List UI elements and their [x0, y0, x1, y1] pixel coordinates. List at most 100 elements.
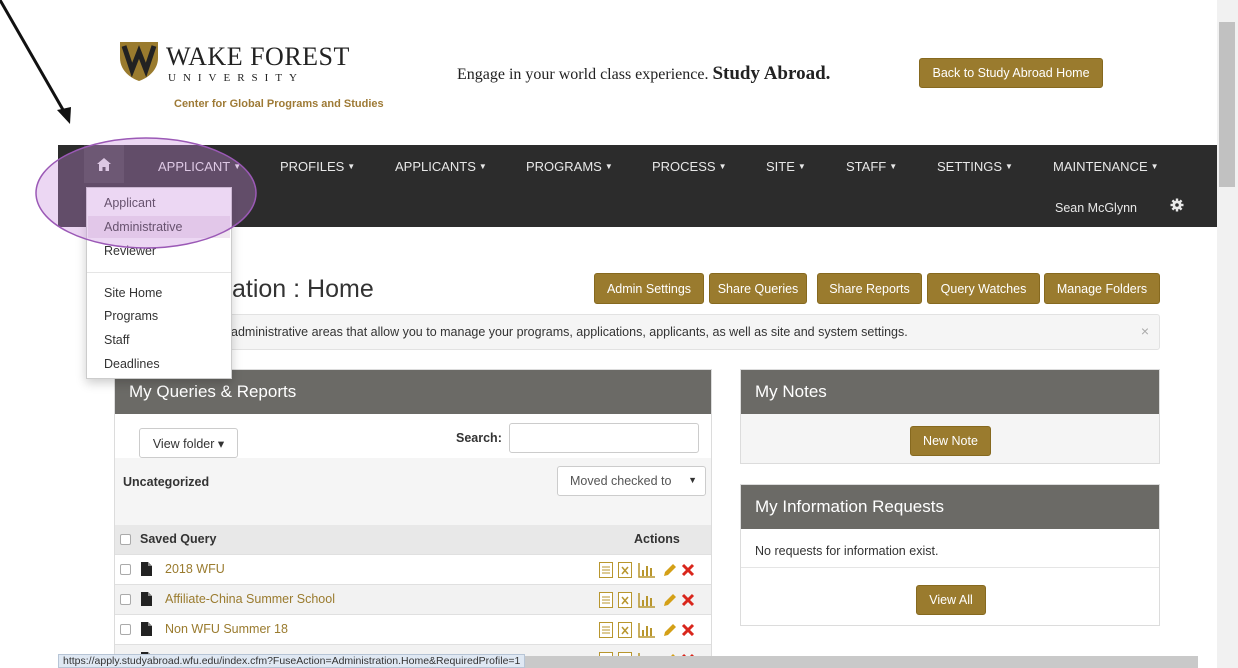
table-row: Non WFU Summer 18 [115, 614, 711, 644]
view-folder-dropdown[interactable]: View folder ▾ [139, 428, 238, 458]
dropdown-divider [87, 272, 231, 273]
dropdown-item-applicant[interactable]: Applicant [104, 196, 155, 210]
panel-title: My Notes [741, 370, 1159, 414]
query-watches-button[interactable]: Query Watches [927, 273, 1040, 304]
table-row: 2018 WFU [115, 554, 711, 584]
report-icon[interactable] [599, 562, 613, 578]
select-all-checkbox[interactable] [120, 534, 131, 545]
chart-icon[interactable] [638, 622, 656, 638]
excel-icon[interactable] [618, 622, 632, 638]
excel-icon[interactable] [618, 592, 632, 608]
nav-staff[interactable]: STAFF ▼ [846, 159, 897, 174]
logo-university: UNIVERSITY [168, 72, 304, 84]
vertical-scrollbar[interactable] [1217, 0, 1238, 668]
pencil-icon[interactable] [662, 592, 677, 608]
my-information-requests-panel: My Information Requests No requests for … [740, 484, 1160, 626]
delete-icon[interactable] [681, 592, 695, 608]
new-note-button[interactable]: New Note [910, 426, 991, 456]
nav-maintenance-label: MAINTENANCE [1053, 159, 1148, 174]
query-name-link[interactable]: 2018 WFU [165, 562, 225, 576]
horizontal-scrollbar[interactable] [518, 656, 1198, 668]
annotation-arrow-line [0, 0, 68, 116]
document-icon [141, 592, 152, 606]
my-notes-panel: My Notes New Note [740, 369, 1160, 464]
caret-down-icon: ▼ [797, 162, 806, 171]
scrollbar-thumb[interactable] [1219, 22, 1235, 187]
caret-down-icon: ▼ [347, 162, 356, 171]
move-checked-select-value: Moved checked to [570, 474, 672, 488]
pencil-icon[interactable] [662, 562, 677, 578]
manage-folders-button[interactable]: Manage Folders [1044, 273, 1160, 304]
excel-icon[interactable] [618, 562, 632, 578]
row-checkbox[interactable] [120, 594, 131, 605]
info-alert-text: administrative areas that allow you to m… [231, 325, 908, 339]
share-reports-button[interactable]: Share Reports [817, 273, 922, 304]
user-name-link[interactable]: Sean McGlynn [1055, 201, 1137, 215]
view-all-button[interactable]: View All [916, 585, 986, 615]
caret-down-icon: ▼ [1005, 162, 1013, 171]
nav-process-label: PROCESS [652, 159, 716, 174]
share-queries-button[interactable]: Share Queries [709, 273, 807, 304]
home-icon [97, 157, 111, 171]
nav-applicants[interactable]: APPLICANTS ▼ [395, 159, 487, 174]
search-label: Search: [456, 431, 502, 445]
caret-down-icon: ▼ [604, 162, 613, 171]
nav-profiles-label: PROFILES [280, 159, 345, 174]
dropdown-item-reviewer[interactable]: Reviewer [104, 244, 156, 258]
move-checked-select[interactable]: Moved checked to ▼ [557, 466, 706, 496]
dropdown-item-staff[interactable]: Staff [104, 333, 129, 347]
status-bar-url: https://apply.studyabroad.wfu.edu/index.… [58, 654, 526, 668]
nav-programs[interactable]: PROGRAMS ▼ [526, 159, 613, 174]
caret-down-icon: ▼ [233, 162, 242, 171]
nav-maintenance[interactable]: MAINTENANCE ▼ [1053, 159, 1159, 174]
row-checkbox[interactable] [120, 564, 131, 575]
query-name-link[interactable]: Affiliate-China Summer School [165, 592, 335, 606]
dropdown-item-deadlines[interactable]: Deadlines [104, 357, 160, 371]
gear-icon[interactable] [1170, 198, 1184, 212]
caret-down-icon: ▼ [889, 162, 898, 171]
chart-icon[interactable] [638, 562, 656, 578]
delete-icon[interactable] [681, 622, 695, 638]
query-name-link[interactable]: Non WFU Summer 18 [165, 622, 288, 636]
caret-down-icon: ▼ [478, 162, 487, 171]
search-input[interactable] [509, 423, 699, 453]
table-header: Saved Query Actions [115, 525, 711, 554]
document-icon [141, 562, 152, 576]
nav-site[interactable]: SITE ▼ [766, 159, 806, 174]
tagline-bold: Study Abroad. [712, 63, 831, 84]
empty-requests-text: No requests for information exist. [755, 544, 939, 558]
nav-profiles[interactable]: PROFILES ▼ [280, 159, 355, 174]
caret-down-icon: ▼ [718, 162, 727, 171]
chart-icon[interactable] [638, 592, 656, 608]
row-checkbox[interactable] [120, 624, 131, 635]
nav-applicant[interactable]: APPLICANT ▼ [158, 159, 241, 174]
back-to-study-abroad-button[interactable]: Back to Study Abroad Home [919, 58, 1103, 88]
admin-settings-button[interactable]: Admin Settings [594, 273, 704, 304]
report-icon[interactable] [599, 622, 613, 638]
logo-center-name: Center for Global Programs and Studies [174, 98, 384, 110]
nav-settings[interactable]: SETTINGS ▼ [937, 159, 1013, 174]
nav-applicants-label: APPLICANTS [395, 159, 476, 174]
pencil-icon[interactable] [662, 622, 677, 638]
my-queries-reports-panel: My Queries & Reports View folder ▾ Searc… [114, 369, 712, 668]
home-button[interactable] [84, 145, 124, 183]
annotation-arrow-head [57, 107, 71, 124]
tagline-text: Engage in your world class experience. [457, 66, 709, 83]
nav-applicant-label: APPLICANT [158, 159, 231, 174]
folder-name: Uncategorized [123, 475, 210, 489]
info-alert: administrative areas that allow you to m… [114, 314, 1160, 350]
report-icon[interactable] [599, 592, 613, 608]
shield-logo-icon [120, 42, 158, 81]
close-icon[interactable]: × [1141, 323, 1149, 339]
nav-staff-label: STAFF [846, 159, 887, 174]
dropdown-item-programs[interactable]: Programs [104, 309, 158, 323]
delete-icon[interactable] [681, 562, 695, 578]
document-icon [141, 622, 152, 636]
nav-settings-label: SETTINGS [937, 159, 1003, 174]
nav-programs-label: PROGRAMS [526, 159, 602, 174]
applicant-dropdown-menu: Applicant Administrative Reviewer Site H… [86, 187, 232, 379]
page: WAKE FOREST UNIVERSITY Center for Global… [0, 0, 1238, 668]
dropdown-item-site-home[interactable]: Site Home [104, 286, 162, 300]
dropdown-item-administrative[interactable]: Administrative [104, 220, 183, 234]
nav-process[interactable]: PROCESS ▼ [652, 159, 727, 174]
